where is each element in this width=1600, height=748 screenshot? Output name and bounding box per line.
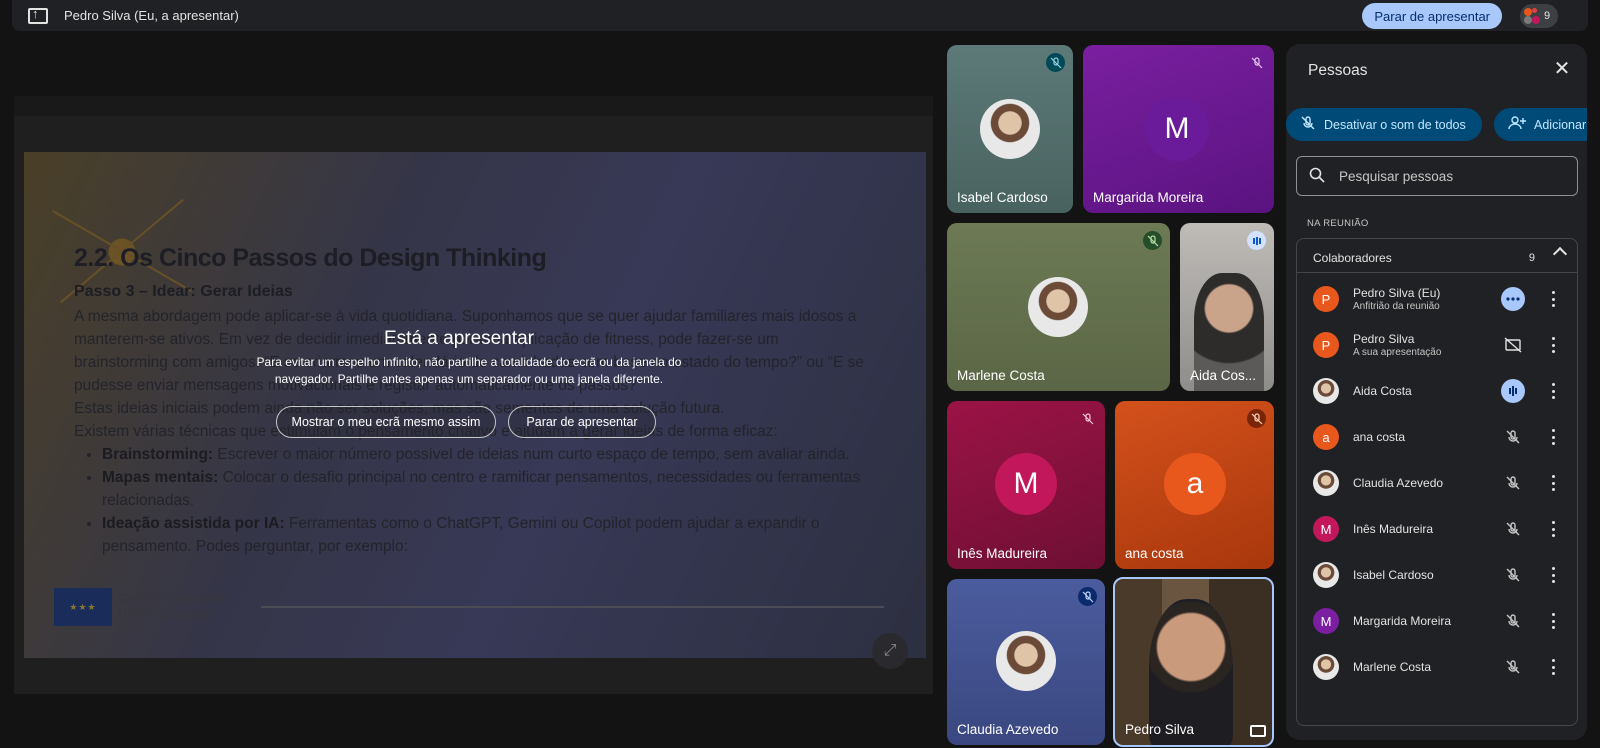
search-people-input[interactable]: Pesquisar pessoas bbox=[1296, 156, 1578, 196]
top-bar: Pedro Silva (Eu, a apresentar) Parar de … bbox=[12, 0, 1588, 31]
tile-name: Pedro Silva bbox=[1125, 722, 1195, 737]
avatar bbox=[1313, 562, 1339, 588]
mic-off-icon bbox=[1247, 409, 1266, 428]
section-label: NA REUNIÃO bbox=[1307, 218, 1369, 229]
mic-off-icon bbox=[1247, 53, 1266, 72]
list-item[interactable]: M Inês Madureira bbox=[1313, 509, 1573, 549]
more-vert-icon[interactable] bbox=[1551, 521, 1555, 537]
mic-off-icon bbox=[1300, 115, 1316, 134]
tile-name: Marlene Costa bbox=[957, 368, 1045, 383]
mic-off-icon bbox=[1143, 231, 1162, 250]
tile-name: Margarida Moreira bbox=[1093, 190, 1204, 205]
more-vert-icon[interactable] bbox=[1551, 567, 1555, 583]
collaborators-group: Colaboradores 9 P Pedro Silva (Eu) Anfitr… bbox=[1296, 238, 1578, 726]
add-person-icon bbox=[1508, 115, 1526, 134]
video-tile[interactable]: Aida Cos... bbox=[1180, 223, 1274, 391]
avatar bbox=[1313, 654, 1339, 680]
mic-off-icon bbox=[1501, 471, 1525, 495]
more-options-dots-icon bbox=[1501, 287, 1525, 311]
mic-off-icon bbox=[1501, 563, 1525, 587]
present-off-icon bbox=[1501, 333, 1525, 357]
tile-name: Claudia Azevedo bbox=[957, 722, 1059, 737]
mute-all-button[interactable]: Desativar o som de todos bbox=[1286, 108, 1482, 141]
shared-screen: 2.2. Os Cinco Passos do Design Thinking … bbox=[14, 96, 933, 694]
more-vert-icon[interactable] bbox=[1551, 291, 1555, 307]
more-vert-icon[interactable] bbox=[1551, 659, 1555, 675]
list-item[interactable]: P Pedro Silva A sua apresentação bbox=[1313, 325, 1573, 365]
avatar: P bbox=[1313, 286, 1339, 312]
mic-off-icon bbox=[1501, 517, 1525, 541]
avatar: a bbox=[1313, 424, 1339, 450]
presentation-slide: 2.2. Os Cinco Passos do Design Thinking … bbox=[24, 152, 926, 658]
avatar: M bbox=[995, 453, 1057, 515]
more-vert-icon[interactable] bbox=[1551, 475, 1555, 491]
presenter-title: Pedro Silva (Eu, a apresentar) bbox=[64, 8, 239, 23]
avatar bbox=[1313, 470, 1339, 496]
show-screen-anyway-button[interactable]: Mostrar o meu ecrã mesmo assim bbox=[276, 406, 496, 438]
stop-presenting-modal-button[interactable]: Parar de apresentar bbox=[508, 406, 656, 438]
list-item[interactable]: Marlene Costa bbox=[1313, 647, 1573, 687]
close-icon[interactable]: ✕ bbox=[1551, 58, 1573, 80]
presenting-warning-title: Está a apresentar bbox=[384, 328, 534, 349]
list-item[interactable]: P Pedro Silva (Eu) Anfitrião da reunião bbox=[1313, 279, 1573, 319]
participant-count: 9 bbox=[1544, 10, 1551, 22]
avatar bbox=[1313, 378, 1339, 404]
presenting-warning-description: Para evitar um espelho infinito, não par… bbox=[256, 355, 682, 386]
tile-name: Aida Cos... bbox=[1190, 368, 1257, 383]
search-icon bbox=[1309, 167, 1325, 186]
speaking-icon bbox=[1501, 379, 1525, 403]
video-tile-self[interactable]: Pedro Silva bbox=[1113, 577, 1274, 747]
picture-in-picture-icon[interactable] bbox=[1250, 725, 1266, 737]
avatar bbox=[1028, 277, 1088, 337]
avatar: M bbox=[1145, 97, 1209, 161]
list-item[interactable]: Claudia Azevedo bbox=[1313, 463, 1573, 503]
people-panel: Pessoas ✕ Desativar o som de todos Adici… bbox=[1286, 44, 1587, 740]
video-tile[interactable]: M Inês Madureira bbox=[947, 401, 1105, 569]
video-tile[interactable]: a ana costa bbox=[1115, 401, 1274, 569]
collaborators-header[interactable]: Colaboradores 9 bbox=[1313, 247, 1563, 269]
mic-off-icon bbox=[1046, 53, 1065, 72]
stop-presenting-button[interactable]: Parar de apresentar bbox=[1362, 3, 1502, 29]
mic-off-icon bbox=[1078, 409, 1097, 428]
more-vert-icon[interactable] bbox=[1551, 429, 1555, 445]
avatar: M bbox=[1313, 516, 1339, 542]
panel-title: Pessoas bbox=[1308, 62, 1368, 79]
tile-name: Inês Madureira bbox=[957, 546, 1048, 561]
add-people-button[interactable]: Adicionar bbox=[1494, 108, 1587, 141]
speaking-icon bbox=[1247, 231, 1266, 250]
video-tile[interactable]: Marlene Costa bbox=[947, 223, 1170, 391]
list-item[interactable]: Aida Costa bbox=[1313, 371, 1573, 411]
expand-icon[interactable]: ⤢ bbox=[872, 633, 908, 669]
list-item[interactable]: M Margarida Moreira bbox=[1313, 601, 1573, 641]
more-vert-icon[interactable] bbox=[1551, 337, 1555, 353]
mic-off-icon bbox=[1501, 609, 1525, 633]
avatar: M bbox=[1313, 608, 1339, 634]
mic-off-icon bbox=[1078, 587, 1097, 606]
avatar: P bbox=[1313, 332, 1339, 358]
participants-button[interactable]: 9 bbox=[1520, 4, 1558, 28]
present-screen-icon bbox=[28, 6, 48, 24]
avatar bbox=[996, 631, 1056, 691]
video-tile[interactable]: M Margarida Moreira bbox=[1083, 45, 1274, 213]
mic-off-icon bbox=[1501, 655, 1525, 679]
list-item[interactable]: Isabel Cardoso bbox=[1313, 555, 1573, 595]
avatar: a bbox=[1164, 453, 1226, 515]
tile-name: ana costa bbox=[1125, 546, 1184, 561]
participant-avatars-icon bbox=[1524, 8, 1540, 24]
video-tile[interactable]: Isabel Cardoso bbox=[947, 45, 1073, 213]
mic-off-icon bbox=[1501, 425, 1525, 449]
avatar bbox=[980, 99, 1040, 159]
more-vert-icon[interactable] bbox=[1551, 383, 1555, 399]
more-vert-icon[interactable] bbox=[1551, 613, 1555, 629]
video-tile[interactable]: Claudia Azevedo bbox=[947, 579, 1105, 745]
list-item[interactable]: a ana costa bbox=[1313, 417, 1573, 457]
tile-name: Isabel Cardoso bbox=[957, 190, 1048, 205]
group-count: 9 bbox=[1528, 252, 1535, 264]
